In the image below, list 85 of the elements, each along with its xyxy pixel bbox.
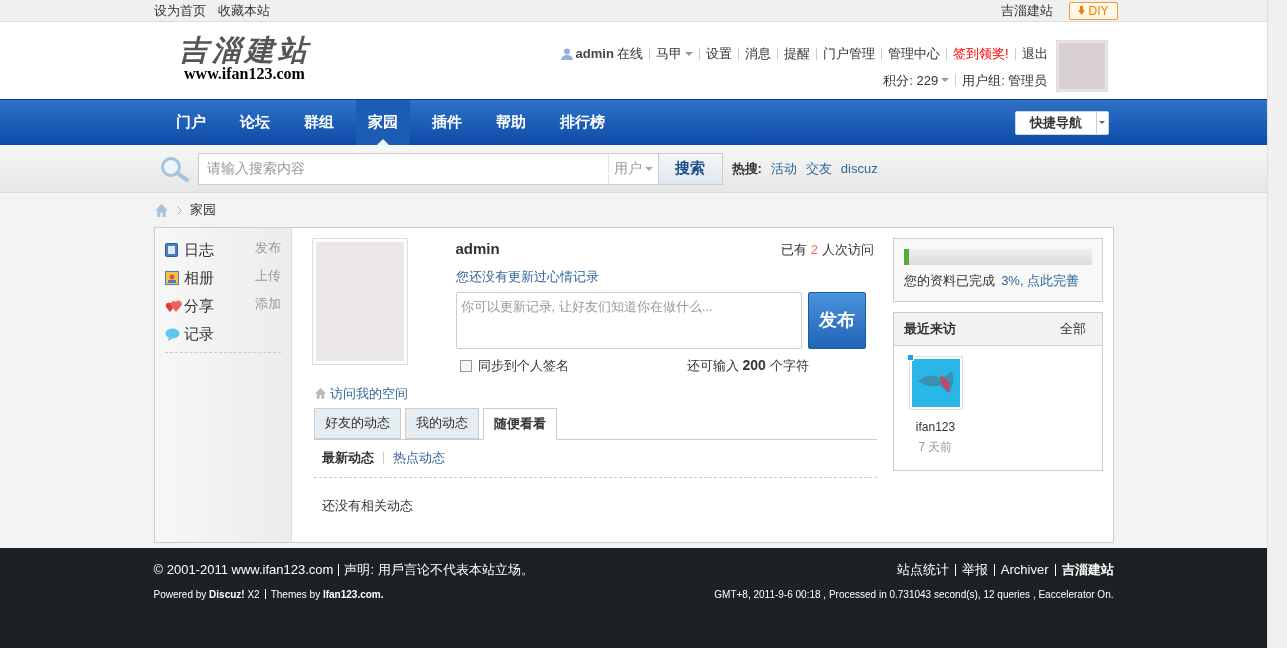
hot-search-link[interactable]: 交友 [805, 158, 832, 179]
copyright-text: © 2001-2011 www.ifan123.com [153, 561, 334, 579]
visitors-title: 最近来访 [903, 319, 956, 338]
sidebar-link[interactable]: 记录 [183, 322, 214, 346]
visit-time: 7 天前 [918, 438, 953, 456]
picture-icon [164, 271, 179, 285]
sidebar-link[interactable]: 日志 [183, 238, 214, 262]
footer-link[interactable]: Archiver [1000, 560, 1049, 580]
fish-icon [911, 358, 960, 407]
visitor-name[interactable]: ifan123 [915, 417, 956, 436]
nav-tab[interactable]: 门户 [163, 100, 218, 145]
header-link[interactable]: 设置 [705, 44, 732, 64]
down-arrow-icon [1078, 6, 1086, 15]
chevron-right-icon [176, 205, 182, 215]
avatar-photo-placeholder[interactable] [1055, 40, 1108, 92]
header-link[interactable]: 退出 [1021, 44, 1048, 64]
mood-link[interactable]: 您还没有更新过心情记录 [455, 266, 877, 286]
nav-tab[interactable]: 论坛 [227, 100, 282, 145]
quick-nav-button[interactable]: 快捷导航 [1014, 110, 1109, 135]
visit-count-text: 已有 2 人次访问 [781, 240, 874, 259]
hot-search-link[interactable]: 活动 [770, 158, 797, 179]
header-link[interactable]: 管理中心 [887, 44, 940, 64]
header-link[interactable]: 消息 [744, 44, 771, 64]
remaining-chars-text: 还可输入 200 个字符 [686, 356, 809, 375]
top-link[interactable]: 收藏本站 [217, 0, 270, 21]
statement-text: 声明: 用戶言论不代表本站立场。 [344, 561, 534, 579]
feed-tab[interactable]: 好友的动态 [313, 407, 401, 439]
caret-icon [941, 78, 950, 83]
sync-checkbox[interactable] [459, 359, 472, 372]
user-icon [560, 47, 573, 60]
header-link[interactable]: 提醒 [783, 44, 810, 64]
breadcrumb-link[interactable]: 家园 [189, 200, 216, 220]
top-link[interactable]: 设为首页 [153, 0, 206, 21]
feed-tab[interactable]: 随便看看 [482, 407, 557, 440]
speech-bubble-icon [164, 327, 180, 341]
online-status: 在线 [616, 45, 643, 63]
user-group: 用户组: 管理员 [962, 70, 1048, 90]
visitor-avatar[interactable] [908, 355, 963, 410]
caret-icon [1099, 121, 1105, 124]
server-info-text: GMT+8, 2011-9-6 00:18 , Processed in 0.731043 second(s), 12 queries , Eaccelerator On. [714, 587, 1114, 602]
vest-menu[interactable]: 马甲 [655, 44, 693, 64]
caret-icon [644, 166, 653, 171]
site-link[interactable]: 吉淄建站 [1001, 0, 1054, 21]
username-link[interactable]: admin [575, 44, 614, 64]
hot-search-label: 热搜: [731, 159, 762, 178]
completion-text: 您的资料已完成 3%, 点此完善 [903, 272, 1081, 290]
profile-username: admin [455, 239, 500, 259]
record-field[interactable]: 你可以更新记录, 让好友们知道你在做什么... [455, 292, 802, 349]
header-link[interactable]: 签到领奖! [952, 44, 1009, 64]
site-logo[interactable]: 吉淄建站 www.ifan123.com [171, 34, 318, 99]
footer-link[interactable]: 站点统计 [896, 560, 949, 580]
sidebar-link[interactable]: 相册 [183, 266, 214, 290]
points-menu[interactable]: 积分: 229 [883, 70, 950, 90]
publish-button[interactable]: 发布 [807, 292, 866, 349]
search-field[interactable]: 请输入搜索内容 用户 搜索 [197, 152, 723, 185]
hearts-icon [164, 299, 182, 313]
notebook-icon [164, 243, 178, 257]
hot-search-link[interactable]: discuz [840, 158, 878, 179]
logo-url: www.ifan123.com [184, 66, 305, 82]
nav-tab[interactable]: 家园 [355, 100, 410, 145]
logo-calligraphy: 吉淄建站 [178, 34, 311, 66]
nav-tab[interactable]: 帮助 [483, 100, 538, 145]
nav-tab[interactable]: 排行榜 [547, 100, 617, 145]
complete-profile-link[interactable]: 点此完善 [1027, 273, 1080, 288]
caret-icon [684, 51, 693, 56]
sync-label: 同步到个人签名 [477, 356, 569, 375]
profile-photo-placeholder[interactable] [311, 238, 408, 365]
home-icon [313, 387, 327, 401]
nav-tab[interactable]: 群组 [291, 100, 346, 145]
visit-space-link[interactable]: 访问我的空间 [329, 384, 408, 404]
home-icon [153, 202, 169, 218]
header-link[interactable]: 门户管理 [822, 44, 875, 64]
sidebar-link[interactable]: 分享 [183, 294, 214, 318]
search-button[interactable]: 搜索 [657, 153, 722, 184]
feed-subtab[interactable]: 热点动态 [392, 448, 445, 468]
powered-by-text: Powered by Discuz! X2 [153, 587, 260, 602]
search-icon [159, 155, 190, 182]
footer-link[interactable]: 举报 [961, 560, 988, 580]
empty-feed-message: 还没有相关动态 [321, 496, 414, 515]
footer-site-link[interactable]: 吉淄建站 [1061, 560, 1114, 580]
feed-subtab[interactable]: 最新动态 [321, 448, 374, 468]
all-visitors-link[interactable]: 全部 [1059, 318, 1086, 339]
feed-tab[interactable]: 我的动态 [404, 407, 479, 439]
themes-by-text: Themes by Ifan123.com. [270, 587, 384, 602]
nav-tab[interactable]: 插件 [419, 100, 474, 145]
